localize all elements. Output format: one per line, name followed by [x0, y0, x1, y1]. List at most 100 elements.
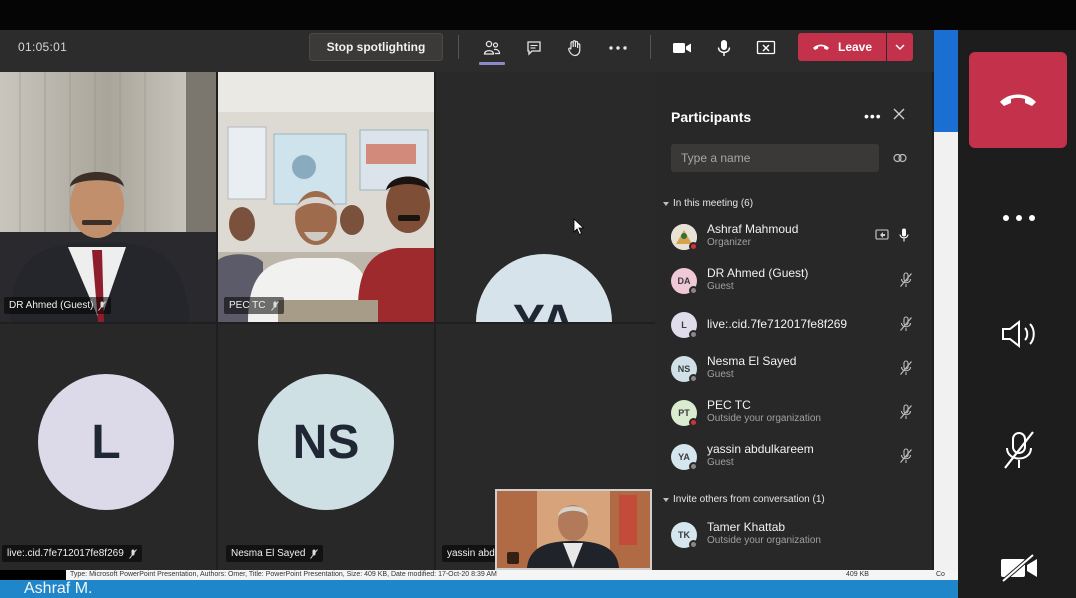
leave-label: Leave — [837, 40, 873, 54]
camera-icon[interactable] — [669, 36, 695, 60]
participant-audio-status — [899, 404, 913, 425]
mic-off-icon — [270, 300, 279, 311]
participant-row[interactable]: NS Nesma El Sayed Guest — [671, 352, 919, 388]
tile-name: yassin abdulkareem — [447, 548, 500, 559]
participant-name: Ashraf Mahmoud — [707, 222, 799, 236]
tile-name: PEC TC — [229, 300, 266, 311]
participant-role: Guest — [707, 457, 734, 468]
dr-ahmed-video — [0, 72, 216, 322]
microphone-icon — [899, 228, 909, 242]
chat-icon[interactable] — [521, 36, 547, 60]
tile-name: Nesma El Sayed — [231, 548, 306, 559]
participant-name: Nesma El Sayed — [707, 354, 797, 368]
participant-row[interactable]: DA DR Ahmed (Guest) Guest — [671, 264, 919, 300]
participants-panel: Participants ••• Type a name In this mee… — [655, 72, 932, 570]
chevron-down-icon — [663, 201, 669, 206]
mic-off-icon — [98, 300, 107, 311]
people-icon[interactable] — [479, 36, 505, 60]
end-call-button[interactable] — [969, 52, 1067, 148]
avatar: YA — [476, 254, 612, 322]
tile-name: DR Ahmed (Guest) — [9, 300, 94, 311]
participant-row[interactable]: YA yassin abdulkareem Guest — [671, 440, 919, 476]
avatar: NS — [258, 374, 394, 510]
meeting-toolbar: 01:05:01 Stop spotlighting Leave — [0, 30, 934, 72]
share-tray-icon[interactable] — [753, 36, 779, 60]
participant-row[interactable]: TK Tamer Khattab Outside your organization — [671, 518, 919, 554]
presence-status-dot — [689, 540, 698, 549]
chevron-down-icon — [895, 44, 905, 50]
close-icon[interactable] — [893, 107, 905, 125]
mic-off-icon — [128, 548, 137, 559]
screenshot-stage: Type: Microsoft PowerPoint Presentation,… — [0, 0, 1076, 598]
invite-section[interactable]: Invite others from conversation (1) — [663, 494, 825, 505]
presence-status-dot — [689, 286, 698, 295]
share-invite-icon[interactable] — [893, 150, 907, 168]
meeting-timer: 01:05:01 — [18, 40, 68, 54]
background-window — [934, 132, 958, 572]
participant-audio-status — [899, 448, 913, 469]
avatar-tile-ns[interactable]: NS Nesma El Sayed — [218, 324, 434, 570]
participant-role: Guest — [707, 281, 734, 292]
mic-off-icon[interactable] — [899, 404, 913, 420]
microphone-icon[interactable] — [711, 36, 737, 60]
mic-off-icon — [310, 548, 319, 559]
panel-more-icon[interactable]: ••• — [864, 108, 882, 124]
more-icon[interactable] — [605, 36, 631, 60]
presenter-caption: Ashraf M. — [24, 580, 93, 597]
leave-button[interactable]: Leave — [798, 33, 886, 61]
tile-name-tag: PEC TC — [224, 297, 284, 314]
tile-name: live:.cid.7fe712017fe8f269 — [7, 548, 124, 559]
participant-search-input[interactable]: Type a name — [671, 144, 879, 172]
mic-off-icon[interactable] — [899, 360, 913, 376]
participant-audio-status — [899, 272, 913, 293]
presence-status-dot — [689, 418, 698, 427]
self-preview-video — [497, 491, 650, 568]
stop-spotlighting-button[interactable]: Stop spotlighting — [309, 33, 443, 61]
video-tile-dr-ahmed[interactable]: DR Ahmed (Guest) — [0, 72, 216, 322]
pec-tc-video — [218, 72, 434, 322]
participant-role: Outside your organization — [707, 535, 821, 546]
tile-name-tag: yassin abdulkareem — [442, 545, 500, 562]
participant-name: Tamer Khattab — [707, 520, 786, 534]
in-meeting-section[interactable]: In this meeting (6) — [663, 198, 753, 209]
participant-row[interactable]: PT PEC TC Outside your organization — [671, 396, 919, 432]
presenter-caption-bar — [0, 580, 958, 598]
mic-off-icon[interactable] — [899, 272, 913, 288]
mic-off-icon[interactable] — [899, 448, 913, 464]
self-preview-badge — [507, 552, 519, 564]
participant-name: DR Ahmed (Guest) — [707, 266, 809, 280]
background-window-bar — [934, 30, 958, 132]
self-preview[interactable] — [495, 489, 652, 570]
invite-label: Invite others from conversation (1) — [673, 494, 825, 505]
leave-options-button[interactable] — [887, 33, 913, 61]
explorer-status-cut: Co — [934, 570, 958, 580]
tile-name-tag: live:.cid.7fe712017fe8f269 — [2, 545, 142, 562]
in-meeting-label: In this meeting (6) — [673, 198, 754, 209]
mic-off-icon[interactable] — [899, 316, 913, 332]
presence-status-dot — [689, 330, 698, 339]
more-options-icon[interactable] — [998, 198, 1040, 238]
video-off-icon[interactable] — [998, 548, 1040, 588]
participant-row[interactable]: Llive:.cid.7fe712017fe8f269 — [671, 308, 919, 344]
chevron-down-icon — [663, 497, 669, 502]
participant-role: Guest — [707, 369, 734, 380]
mute-microphone-icon[interactable] — [998, 430, 1040, 470]
participant-name: yassin abdulkareem — [707, 442, 814, 456]
phone-hangup-icon — [812, 44, 829, 50]
share-screen-icon — [875, 229, 889, 240]
participant-audio-status — [899, 360, 913, 381]
participant-role: Outside your organization — [707, 413, 821, 424]
tile-name-tag: DR Ahmed (Guest) — [4, 297, 112, 314]
presence-status-dot — [689, 374, 698, 383]
avatar-tile-l[interactable]: L live:.cid.7fe712017fe8f269 — [0, 324, 216, 570]
avatar-tile-ya[interactable]: YA — [436, 72, 655, 322]
raise-hand-icon[interactable] — [562, 36, 588, 60]
mouse-cursor-icon — [573, 218, 585, 236]
participant-row[interactable]: Ashraf Mahmoud Organizer — [671, 220, 919, 256]
speaker-icon[interactable] — [998, 314, 1040, 354]
presence-status-dot — [689, 462, 698, 471]
active-tab-indicator — [479, 62, 505, 65]
tile-name-tag: Nesma El Sayed — [226, 545, 324, 562]
presence-status-dot — [689, 242, 698, 251]
video-tile-pec-tc[interactable]: PEC TC — [218, 72, 434, 322]
